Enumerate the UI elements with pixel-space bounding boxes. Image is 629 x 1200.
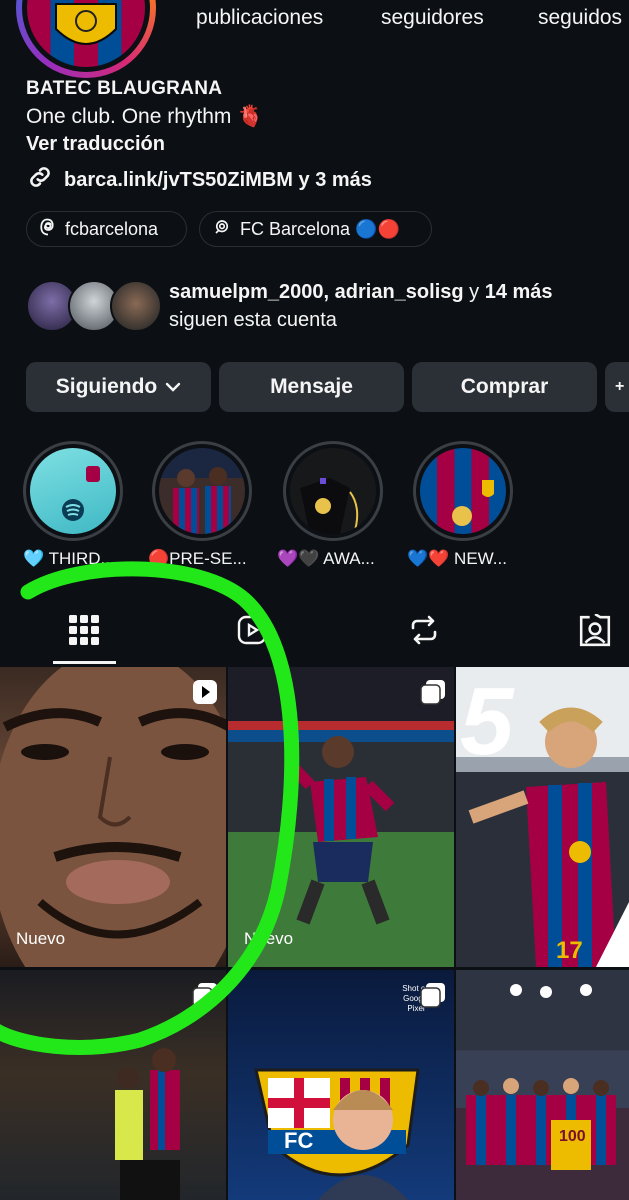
tab-reels[interactable] — [236, 614, 268, 651]
message-label: Mensaje — [270, 375, 353, 398]
post-thumbnail — [466, 984, 616, 1170]
channel-name: FC Barcelona 🔵🔴 — [240, 218, 400, 239]
new-label: Nuevo — [16, 929, 66, 948]
new-label: Nuevo — [244, 929, 294, 948]
repost-icon — [408, 615, 440, 650]
highlight-new[interactable]: 💙❤️ NEW... — [407, 441, 513, 568]
profile-avatar[interactable] — [16, 0, 156, 78]
add-person-icon: + — [615, 378, 625, 395]
highlight-preseason[interactable]: 🔴PRE-SE... — [148, 441, 252, 568]
shirt-100: 100 — [559, 1128, 586, 1145]
grid-post[interactable] — [0, 970, 226, 1200]
post-thumbnail — [283, 736, 395, 925]
highlight-label: 🔴PRE-SE... — [148, 549, 247, 568]
profile-tabs — [0, 600, 629, 664]
carousel-icon — [420, 982, 445, 1008]
active-tab-indicator — [53, 661, 116, 664]
link-icon — [26, 163, 54, 197]
mutual-followers-text[interactable]: samuelpm_2000, adrian_solisg y 14 más si… — [169, 278, 553, 334]
channel-icon — [212, 218, 232, 241]
stat-posts[interactable]: publicaciones — [196, 6, 323, 30]
highlight-cover — [290, 448, 376, 534]
mutual-line2: siguen esta cuenta — [169, 309, 337, 331]
grid-post[interactable]: 5 17 — [456, 667, 629, 967]
message-button[interactable]: Mensaje — [219, 362, 404, 412]
grid-post[interactable]: Nuevo — [228, 667, 454, 967]
grid-post[interactable]: FC Shot on Google Pixel — [228, 970, 454, 1200]
carousel-icon — [192, 982, 217, 1008]
video-icon — [192, 679, 217, 704]
shirt-number: 17 — [556, 937, 583, 964]
tab-tagged[interactable] — [578, 612, 612, 653]
mutual-more: 14 más — [484, 281, 553, 303]
mutual-names: samuelpm_2000, adrian_solisg — [169, 281, 464, 303]
threads-handle: fcbarcelona — [65, 218, 159, 239]
threads-badge[interactable]: fcbarcelona — [26, 211, 187, 247]
grid-icon — [68, 615, 100, 650]
crest-text: FC — [284, 1128, 314, 1153]
highlight-third[interactable]: 🩵 THIRD... — [23, 441, 123, 568]
grid-post[interactable]: 100 — [456, 970, 629, 1200]
big-number: 5 — [460, 668, 514, 775]
shop-label: Comprar — [460, 375, 549, 398]
shop-button[interactable]: Comprar — [412, 362, 597, 412]
carousel-icon — [420, 679, 445, 705]
highlight-away[interactable]: 💜🖤 AWA... — [277, 441, 383, 568]
stat-following[interactable]: seguidos — [538, 6, 622, 30]
tagged-person-icon — [578, 612, 612, 652]
highlight-cover — [420, 448, 506, 534]
profile-bio: One club. One rhythm 🫀 — [26, 105, 264, 128]
profile-link[interactable]: barca.link/jvTS50ZiMBM y 3 más — [26, 163, 372, 197]
post-thumbnail — [0, 667, 226, 967]
mutual-followers-avatars[interactable] — [26, 280, 162, 332]
add-person-button[interactable]: + — [605, 362, 629, 412]
highlight-label: 💙❤️ NEW... — [407, 549, 507, 568]
highlight-label: 💜🖤 AWA... — [277, 549, 375, 568]
threads-icon — [39, 218, 57, 241]
following-label: Siguiendo — [55, 375, 158, 398]
reels-icon — [236, 615, 268, 650]
fc-barcelona-crest — [27, 0, 145, 67]
avatar — [110, 280, 162, 332]
tab-grid[interactable] — [68, 614, 100, 651]
highlight-cover — [159, 448, 245, 534]
tab-reposts[interactable] — [408, 614, 440, 651]
following-button[interactable]: Siguiendo — [26, 362, 211, 412]
see-translation-link[interactable]: Ver traducción — [26, 133, 165, 156]
profile-name: BATEC BLAUGRANA — [26, 78, 223, 99]
grid-post[interactable]: Nuevo — [0, 667, 226, 967]
profile-link-text: barca.link/jvTS50ZiMBM y 3 más — [64, 168, 372, 191]
highlight-label: 🩵 THIRD... — [23, 549, 115, 568]
channel-badge[interactable]: FC Barcelona 🔵🔴 — [199, 211, 432, 247]
highlight-cover — [30, 448, 116, 534]
mutual-connector: y — [463, 281, 485, 303]
stat-followers[interactable]: seguidores — [381, 6, 484, 30]
chevron-down-icon — [165, 375, 181, 399]
